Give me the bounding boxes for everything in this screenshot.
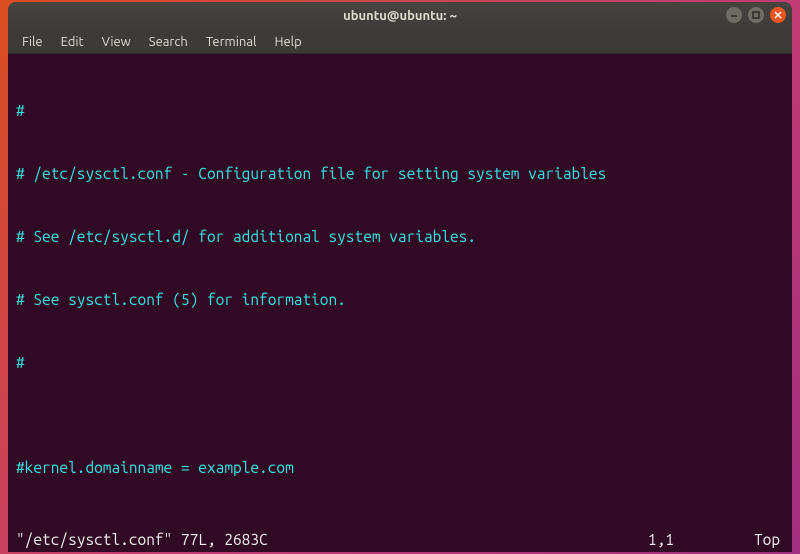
file-line: # See /etc/sysctl.d/ for additional syst… (16, 226, 786, 247)
file-line: # (16, 100, 786, 121)
menu-file[interactable]: File (14, 33, 51, 51)
menu-edit[interactable]: Edit (53, 33, 92, 51)
close-button[interactable] (770, 7, 786, 23)
titlebar: ubuntu@ubuntu: ~ (8, 2, 792, 30)
status-position: 1,1 (268, 529, 754, 550)
menu-help[interactable]: Help (266, 33, 309, 51)
window-title: ubuntu@ubuntu: ~ (343, 9, 457, 23)
menu-terminal[interactable]: Terminal (198, 33, 265, 51)
status-scroll: Top (754, 529, 784, 550)
status-file-info: "/etc/sysctl.conf" 77L, 2683C (16, 529, 268, 550)
menu-search[interactable]: Search (141, 33, 196, 51)
menubar: File Edit View Search Terminal Help (8, 30, 792, 54)
file-line: # (16, 352, 786, 373)
menu-view[interactable]: View (94, 33, 139, 51)
maximize-button[interactable] (748, 7, 764, 23)
terminal-content[interactable]: # # /etc/sysctl.conf - Configuration fil… (8, 54, 792, 552)
minimize-button[interactable] (726, 7, 742, 23)
terminal-window: ubuntu@ubuntu: ~ File Edit View Search T… (8, 2, 792, 552)
window-controls (726, 7, 786, 23)
file-line: # See sysctl.conf (5) for information. (16, 289, 786, 310)
vim-status-line: "/etc/sysctl.conf" 77L, 2683C 1,1 Top (16, 529, 784, 550)
file-line: #kernel.domainname = example.com (16, 457, 786, 478)
file-line: # /etc/sysctl.conf - Configuration file … (16, 163, 786, 184)
